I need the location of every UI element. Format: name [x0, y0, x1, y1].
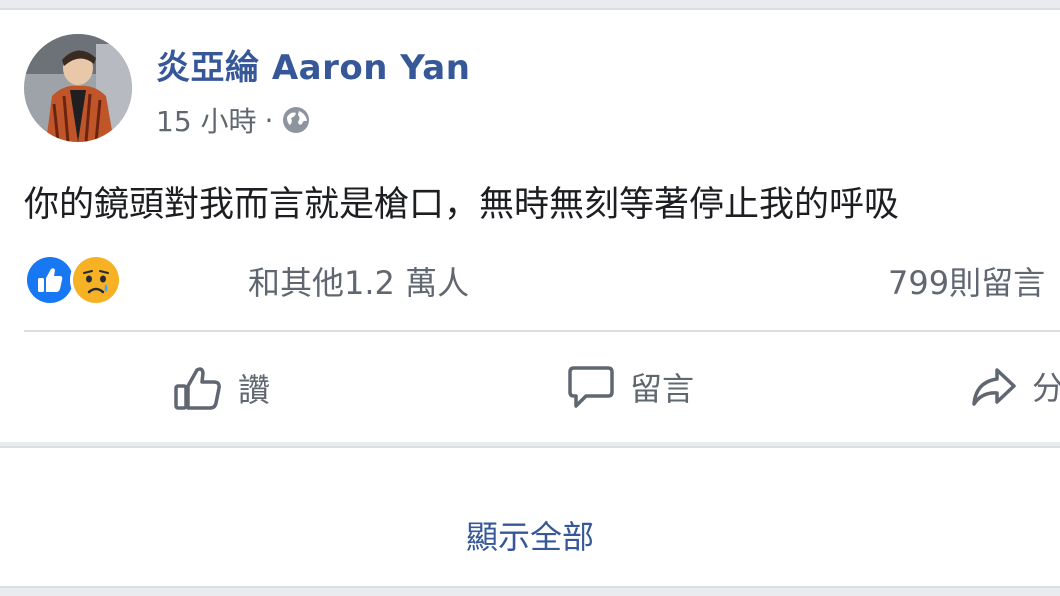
like-label: 讚 — [238, 371, 271, 409]
show-all-button[interactable]: 顯示全部 — [466, 512, 594, 558]
share-label: 分 — [1032, 369, 1060, 407]
action-divider — [24, 330, 1060, 332]
comment-button[interactable]: 留言 — [566, 362, 694, 412]
meta-separator: · — [264, 103, 274, 137]
comment-icon — [568, 366, 614, 408]
post-text: 你的鏡頭對我而言就是槍口，無時無刻等著停止我的呼吸 — [24, 185, 900, 225]
globe-icon[interactable] — [281, 105, 311, 135]
reaction-count[interactable]: 和其他1.2 萬人 — [248, 258, 469, 304]
show-all-container: 顯示全部 — [0, 512, 1060, 558]
sad-icon[interactable] — [70, 254, 122, 306]
avatar[interactable] — [24, 34, 132, 142]
author-name[interactable]: 炎亞綸 Aaron Yan — [156, 40, 470, 89]
post-time[interactable]: 15 小時 — [156, 100, 257, 140]
thumbs-up-icon — [174, 367, 221, 410]
share-button[interactable]: 分 — [970, 362, 1060, 410]
like-icon[interactable] — [24, 254, 76, 306]
share-icon — [972, 368, 1016, 406]
comment-count[interactable]: 799則留言 — [888, 258, 1045, 304]
comment-label: 留言 — [630, 370, 695, 408]
like-button[interactable]: 讚 — [172, 362, 270, 414]
reaction-icons[interactable] — [24, 254, 122, 306]
top-background — [0, 0, 1060, 8]
post-meta: 15 小時 · — [156, 100, 311, 140]
